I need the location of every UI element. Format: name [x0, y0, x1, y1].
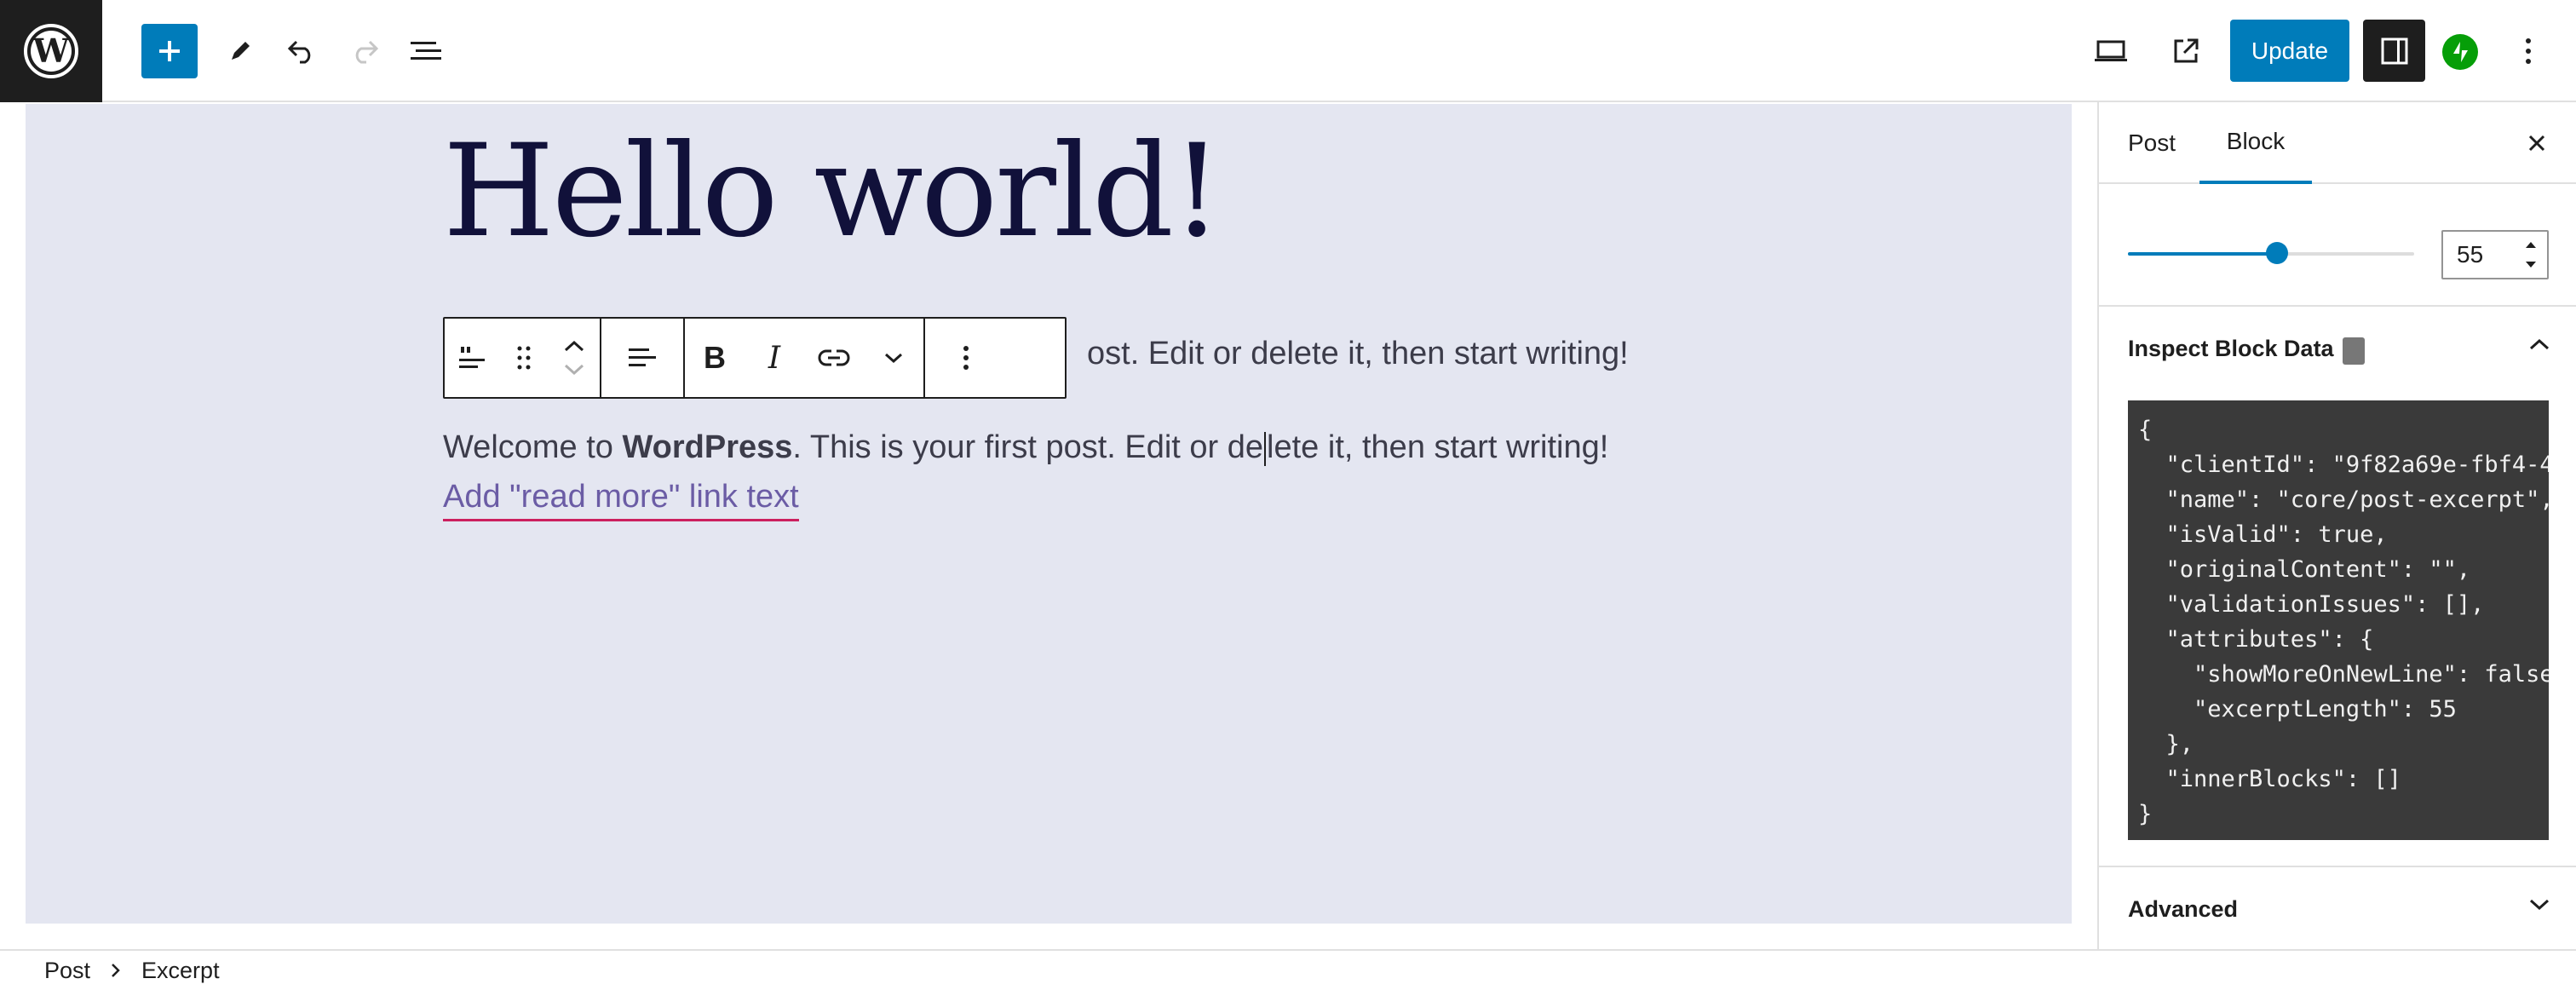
bold-button[interactable]: B: [685, 319, 745, 397]
excerpt-length-value: 55: [2457, 241, 2484, 268]
code-line: "isValid": true,: [2138, 521, 2388, 548]
breadcrumb-excerpt[interactable]: Excerpt: [141, 958, 220, 984]
link-icon: [818, 349, 850, 366]
decrement-icon[interactable]: [2525, 261, 2537, 269]
update-button[interactable]: Update: [2230, 20, 2349, 82]
code-line: "showMoreOnNewLine": false,: [2138, 661, 2549, 688]
excerpt-length-input[interactable]: 55: [2441, 230, 2549, 279]
block-breadcrumb: Post Excerpt: [0, 949, 2576, 990]
alignment-group: [601, 319, 685, 397]
code-line: }: [2138, 801, 2153, 827]
chevron-down-icon: [2528, 898, 2550, 916]
excerpt-length-slider[interactable]: [2128, 242, 2414, 264]
code-line: "excerptLength": 55: [2138, 696, 2457, 722]
move-down-icon[interactable]: [563, 364, 585, 376]
align-button[interactable]: [601, 319, 683, 397]
settings-button[interactable]: [2363, 20, 2425, 82]
block-toolbar: B I: [443, 317, 1067, 399]
code-line: "attributes": {: [2138, 626, 2374, 653]
excerpt-block-icon: [459, 347, 485, 368]
editor-content-area: Hello world! ost. Edit or delete it, the…: [0, 102, 2097, 949]
sidebar-tabs: Post Block: [2099, 102, 2576, 184]
block-switcher-group: [445, 319, 601, 397]
excerpt-bold: WordPress: [622, 429, 793, 465]
editor-canvas[interactable]: Hello world! ost. Edit or delete it, the…: [26, 104, 2072, 924]
slider-fill: [2128, 252, 2277, 256]
excerpt-length-control: 55: [2099, 184, 2576, 307]
wordpress-logo-icon[interactable]: W: [0, 0, 102, 102]
external-link-icon: [2174, 38, 2199, 63]
post-excerpt-text[interactable]: Welcome to WordPress. This is your first…: [443, 429, 1608, 466]
code-line: "validationIssues": [],: [2138, 591, 2485, 618]
undo-button[interactable]: [273, 22, 331, 80]
bold-icon: B: [704, 340, 726, 375]
move-up-icon[interactable]: [563, 340, 585, 352]
svg-text:W: W: [32, 32, 71, 70]
read-more-link-input[interactable]: Add "read more" link text: [443, 479, 799, 521]
pencil-icon: [232, 42, 250, 60]
sidebar-icon: [2381, 37, 2407, 64]
settings-sidebar: Post Block 55 Inspect Block Data { "clie…: [2097, 102, 2576, 949]
drag-handle-icon: [517, 346, 531, 370]
preview-device-button[interactable]: [2082, 22, 2140, 80]
redo-button[interactable]: [336, 22, 394, 80]
add-block-button[interactable]: [141, 24, 198, 78]
block-data-code: { "clientId": "9f82a69e-fbf4-4c "name": …: [2128, 400, 2549, 840]
code-line: {: [2138, 417, 2153, 443]
view-post-button[interactable]: [2157, 22, 2215, 80]
italic-button[interactable]: I: [745, 319, 804, 397]
number-spinner[interactable]: [2523, 240, 2539, 269]
chevron-up-icon[interactable]: [2528, 337, 2550, 355]
more-vertical-icon: [963, 346, 969, 370]
jetpack-icon[interactable]: [2442, 34, 2478, 70]
undo-icon: [287, 40, 311, 64]
code-line: "originalContent": "",: [2138, 556, 2471, 583]
document-overview-button[interactable]: [397, 22, 455, 80]
code-line: "clientId": "9f82a69e-fbf4-4c: [2138, 452, 2550, 478]
plus-icon: [159, 41, 180, 61]
code-icon: [2343, 337, 2365, 365]
post-title[interactable]: Hello world!: [443, 128, 1222, 256]
formatting-group: B I: [685, 319, 925, 397]
desktop-icon: [2095, 40, 2127, 61]
tab-post[interactable]: Post: [2128, 102, 2176, 184]
code-line: "innerBlocks": []: [2138, 766, 2401, 792]
slider-thumb[interactable]: [2265, 242, 2288, 264]
code-line: "name": "core/post-excerpt",: [2138, 486, 2550, 513]
code-line: },: [2138, 731, 2194, 757]
drag-handle[interactable]: [499, 319, 549, 397]
block-mover: [549, 319, 600, 397]
editor-header: W Update: [0, 0, 2576, 102]
excerpt-suffix: lete it, then start writing!: [1267, 429, 1609, 465]
list-view-icon: [411, 42, 441, 60]
more-formats-button[interactable]: [864, 319, 923, 397]
align-left-icon: [629, 348, 656, 366]
close-icon: [2528, 135, 2545, 152]
advanced-label: Advanced: [2128, 896, 2239, 922]
block-type-button[interactable]: [445, 319, 499, 397]
close-sidebar-button[interactable]: [2518, 124, 2556, 162]
tab-block[interactable]: Block: [2199, 102, 2312, 184]
text-caret: [1264, 431, 1267, 466]
more-vertical-icon: [2526, 38, 2531, 64]
chevron-down-icon: [885, 353, 902, 364]
excerpt-prefix: Welcome to: [443, 429, 623, 465]
block-options-button[interactable]: [925, 319, 1007, 397]
redo-icon: [355, 40, 379, 64]
excerpt-behind-toolbar: ost. Edit or delete it, then start writi…: [1087, 336, 1629, 371]
excerpt-middle: . This is your first post. Edit or de: [792, 429, 1264, 465]
edit-tool-button[interactable]: [211, 22, 269, 80]
link-button[interactable]: [804, 319, 864, 397]
increment-icon[interactable]: [2525, 240, 2537, 249]
advanced-panel-header[interactable]: Advanced: [2099, 866, 2576, 949]
breadcrumb-post[interactable]: Post: [44, 958, 90, 984]
options-group: [925, 319, 1007, 397]
options-button[interactable]: [2499, 22, 2557, 80]
inspect-block-data-title: Inspect Block Data: [2128, 336, 2334, 361]
chevron-right-icon: [111, 963, 121, 978]
inspect-block-data-panel-header[interactable]: Inspect Block Data: [2099, 307, 2576, 392]
italic-icon: I: [768, 340, 781, 376]
